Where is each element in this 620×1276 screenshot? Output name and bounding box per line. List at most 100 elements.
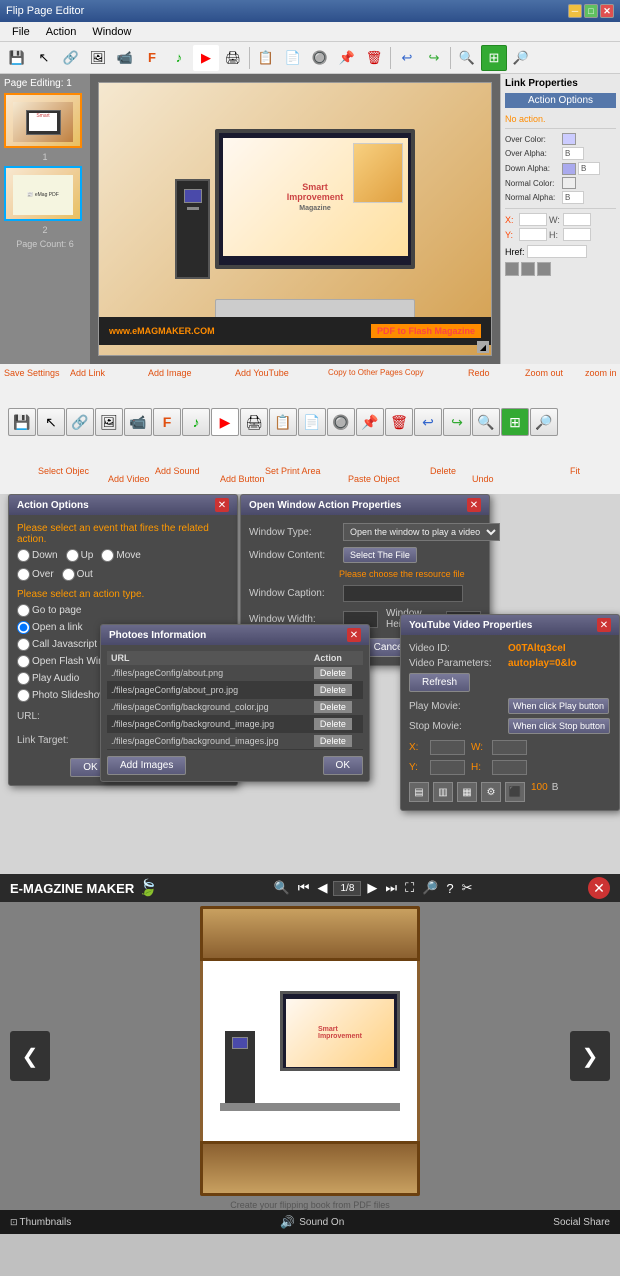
yt-icon-3[interactable]: ▦ xyxy=(457,782,477,802)
select-obj-btn[interactable]: ↖ xyxy=(31,45,57,71)
x-input[interactable]: 585 xyxy=(519,213,547,226)
yt-x-input[interactable]: 45 xyxy=(430,740,465,755)
zoom-in-btn[interactable]: 🔎 xyxy=(508,45,534,71)
radio-goto[interactable]: Go to page xyxy=(17,604,229,617)
yt-w-input[interactable]: 515 xyxy=(492,740,527,755)
add-button-btn[interactable]: 🔘 xyxy=(307,45,333,71)
window-controls[interactable]: ─ □ ✕ xyxy=(568,4,614,18)
ann-copy-pages-btn[interactable]: 📋 xyxy=(269,408,297,436)
ann-zoom-out-btn[interactable]: 🔍 xyxy=(472,408,500,436)
w-input[interactable]: 213 xyxy=(563,213,591,226)
ann-undo-btn[interactable]: ↩ xyxy=(414,408,442,436)
over-alpha-input[interactable] xyxy=(562,147,584,160)
minimize-btn[interactable]: ─ xyxy=(568,4,582,18)
sound-control[interactable]: 🔊 Sound On xyxy=(280,1215,344,1229)
select-file-btn[interactable]: Select The File xyxy=(343,547,417,563)
add-images-btn[interactable]: Add Images xyxy=(107,756,186,775)
add-image-btn[interactable]: 🖼 xyxy=(85,45,111,71)
preview-fullscreen-btn[interactable]: ⛶ xyxy=(403,880,416,896)
close-btn[interactable]: ✕ xyxy=(600,4,614,18)
ann-print-btn[interactable]: 🖨 xyxy=(240,408,268,436)
props-icon-1[interactable] xyxy=(505,262,519,276)
delete-photo-4-btn[interactable]: Delete xyxy=(314,718,352,730)
ann-add-btn-btn[interactable]: 🔘 xyxy=(327,408,355,436)
yt-icon-4[interactable]: ⚙ xyxy=(481,782,501,802)
delete-photo-3-btn[interactable]: Delete xyxy=(314,701,352,713)
undo-btn[interactable]: ↩ xyxy=(394,45,420,71)
save-settings-btn[interactable]: 💾 xyxy=(4,45,30,71)
ann-img-btn[interactable]: 🖼 xyxy=(95,408,123,436)
add-video-btn[interactable]: 📹 xyxy=(112,45,138,71)
ann-link-btn[interactable]: 🔗 xyxy=(66,408,94,436)
thumbnails-control[interactable]: ⊡ Thumbnails xyxy=(10,1217,71,1228)
copy-to-other-btn[interactable]: 📋 xyxy=(253,45,279,71)
normal-color-box[interactable] xyxy=(562,177,576,189)
redo-btn[interactable]: ↪ xyxy=(421,45,447,71)
yt-play-btn[interactable]: When click Play button xyxy=(508,698,609,714)
maximize-btn[interactable]: □ xyxy=(584,4,598,18)
preview-first-btn[interactable]: ⏮ xyxy=(296,880,312,896)
action-options-btn[interactable]: Action Options xyxy=(505,93,616,108)
yt-icon-1[interactable]: ▤ xyxy=(409,782,429,802)
yt-icon-2[interactable]: ▥ xyxy=(433,782,453,802)
preview-crop-btn[interactable]: ✂ xyxy=(460,880,475,896)
canvas-resize-handle[interactable]: ◢ xyxy=(477,341,489,353)
add-link-btn[interactable]: 🔗 xyxy=(58,45,84,71)
preview-next-btn[interactable]: ▶ xyxy=(365,880,379,896)
y-input[interactable]: 587 xyxy=(519,228,547,241)
menu-window[interactable]: Window xyxy=(84,22,139,41)
menu-file[interactable]: File xyxy=(4,22,38,41)
zoom-out-btn[interactable]: 🔍 xyxy=(454,45,480,71)
preview-zoom-in-btn[interactable]: 🔎 xyxy=(420,880,440,896)
h-input[interactable]: 13 xyxy=(563,228,591,241)
paste-object-btn[interactable]: 📌 xyxy=(334,45,360,71)
preview-prev-btn[interactable]: ◀ xyxy=(315,880,329,896)
down-alpha-input[interactable] xyxy=(578,162,600,175)
delete-photo-1-btn[interactable]: Delete xyxy=(314,667,352,679)
radio-down[interactable]: Down xyxy=(17,549,58,562)
preview-close-btn[interactable]: ✕ xyxy=(588,877,610,899)
ann-delete-btn[interactable]: 🗑 xyxy=(385,408,413,436)
normal-alpha-input[interactable] xyxy=(562,191,584,204)
ann-vid-btn[interactable]: 📹 xyxy=(124,408,152,436)
fit-btn[interactable]: ⊞ xyxy=(481,45,507,71)
preview-zoom-out-btn[interactable]: 🔍 xyxy=(272,880,292,896)
copy-object-btn[interactable]: 📄 xyxy=(280,45,306,71)
down-alpha-color[interactable] xyxy=(562,163,576,175)
ann-flash-btn[interactable]: F xyxy=(153,408,181,436)
add-youtube-btn[interactable]: ▶ xyxy=(193,45,219,71)
canvas-area[interactable]: SmartImprovementMagazine www.eMAGMAKER.C… xyxy=(90,74,500,364)
action-dialog-close[interactable]: ✕ xyxy=(215,498,229,512)
radio-move[interactable]: Move xyxy=(101,549,140,562)
ann-save-btn[interactable]: 💾 xyxy=(8,408,36,436)
preview-last-btn[interactable]: ⏭ xyxy=(383,880,399,896)
add-flash-btn[interactable]: F xyxy=(139,45,165,71)
ann-yt-btn[interactable]: ▶ xyxy=(211,408,239,436)
set-print-area-btn[interactable]: 🖨 xyxy=(220,45,246,71)
preview-nav-left[interactable]: ❮ xyxy=(10,1031,50,1081)
photos-dialog-close[interactable]: ✕ xyxy=(347,628,361,642)
ann-sound-btn[interactable]: ♪ xyxy=(182,408,210,436)
delete-photo-5-btn[interactable]: Delete xyxy=(314,735,352,747)
ann-copy-obj-btn[interactable]: 📄 xyxy=(298,408,326,436)
open-window-dialog-close[interactable]: ✕ xyxy=(467,498,481,512)
yt-refresh-btn[interactable]: Refresh xyxy=(409,673,470,692)
page-thumb-2[interactable]: 📰 eMag PDF xyxy=(4,166,82,221)
window-caption-input[interactable] xyxy=(343,585,463,602)
props-icon-3[interactable] xyxy=(537,262,551,276)
yt-y-input[interactable]: 143 xyxy=(430,760,465,775)
add-sound-btn[interactable]: ♪ xyxy=(166,45,192,71)
preview-help-btn[interactable]: ? xyxy=(444,881,455,896)
radio-up[interactable]: Up xyxy=(66,549,94,562)
delete-btn[interactable]: 🗑 xyxy=(361,45,387,71)
ann-paste-btn[interactable]: 📌 xyxy=(356,408,384,436)
radio-out[interactable]: Out xyxy=(62,568,93,581)
props-icon-2[interactable] xyxy=(521,262,535,276)
page-thumb-1[interactable]: Smart xyxy=(4,93,82,148)
ann-fit-btn[interactable]: ⊞ xyxy=(501,408,529,436)
preview-nav-right[interactable]: ❯ xyxy=(570,1031,610,1081)
social-share-control[interactable]: Social Share xyxy=(553,1217,610,1228)
href-input[interactable] xyxy=(527,245,587,258)
ann-redo-btn[interactable]: ↪ xyxy=(443,408,471,436)
window-type-select[interactable]: Open the window to play a video xyxy=(343,523,500,541)
